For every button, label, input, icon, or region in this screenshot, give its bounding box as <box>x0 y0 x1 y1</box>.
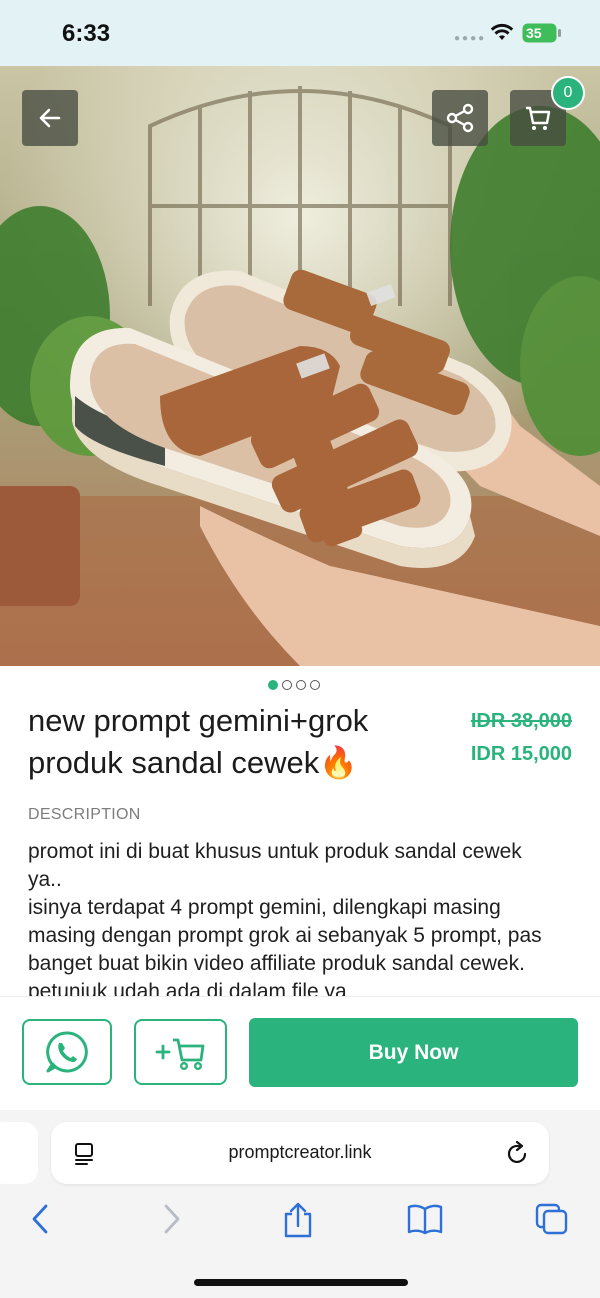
wifi-icon <box>490 23 514 40</box>
share-upload-icon[interactable] <box>282 1202 314 1238</box>
bookmarks-icon[interactable] <box>406 1202 444 1236</box>
share-icon <box>446 103 474 133</box>
tabs-icon[interactable] <box>534 1202 570 1236</box>
status-time: 6:33 <box>62 20 111 47</box>
nav-back-icon[interactable] <box>28 1202 54 1236</box>
description-line: petunjuk udah ada di dalam file ya <box>28 980 347 996</box>
description-line: ya.. <box>28 868 62 891</box>
description-line: promot ini di buat khusus untuk produk s… <box>28 840 522 863</box>
original-price: IDR 38,000 <box>470 710 572 732</box>
pager-dot-3[interactable] <box>296 680 306 690</box>
product-title: new prompt gemini+grok produk sandal cew… <box>28 700 428 784</box>
whatsapp-icon <box>46 1031 88 1073</box>
product-title-line-2: produk sandal cewek🔥 <box>28 745 358 780</box>
battery-indicator: 35 <box>522 23 561 43</box>
address-bar[interactable]: promptcreator.link <box>51 1122 549 1184</box>
sale-price: IDR 15,000 <box>470 743 572 765</box>
image-pager[interactable] <box>268 680 320 690</box>
back-button[interactable] <box>22 90 78 146</box>
add-to-cart-icon <box>155 1038 204 1071</box>
description-line: isinya terdapat 4 prompt gemini, dilengk… <box>28 896 501 919</box>
add-to-cart-button[interactable] <box>134 1019 227 1085</box>
whatsapp-button[interactable] <box>22 1019 112 1085</box>
cart-icon <box>526 106 551 130</box>
reload-icon[interactable] <box>505 1140 529 1166</box>
battery-level: 35 <box>526 25 542 41</box>
product-image[interactable] <box>0 66 600 666</box>
pager-dot-2[interactable] <box>282 680 292 690</box>
nav-forward-icon <box>164 1204 180 1234</box>
description-line: masing dengan prompt grok ai sebanyak 5 … <box>28 924 542 947</box>
cart-count-badge: 0 <box>551 76 585 110</box>
product-title-line-1: new prompt gemini+grok <box>28 703 369 738</box>
buy-now-button[interactable]: Buy Now <box>249 1018 578 1087</box>
pager-dot-1[interactable] <box>268 680 278 690</box>
share-button[interactable] <box>432 90 488 146</box>
status-bar: 6:33 ●●●● 35 <box>0 0 600 66</box>
back-arrow-icon <box>39 108 61 128</box>
description-text: promot ini di buat khusus untuk produk s… <box>28 838 573 996</box>
description-heading: DESCRIPTION <box>28 806 141 823</box>
url-text[interactable]: promptcreator.link <box>51 1142 549 1163</box>
home-indicator <box>194 1279 408 1286</box>
signal-dots-icon: ●●●● <box>454 33 487 44</box>
description-line: banget buat bikin video affiliate produk… <box>28 952 525 975</box>
previous-tab-pill[interactable] <box>0 1122 38 1184</box>
pager-dot-4[interactable] <box>310 680 320 690</box>
